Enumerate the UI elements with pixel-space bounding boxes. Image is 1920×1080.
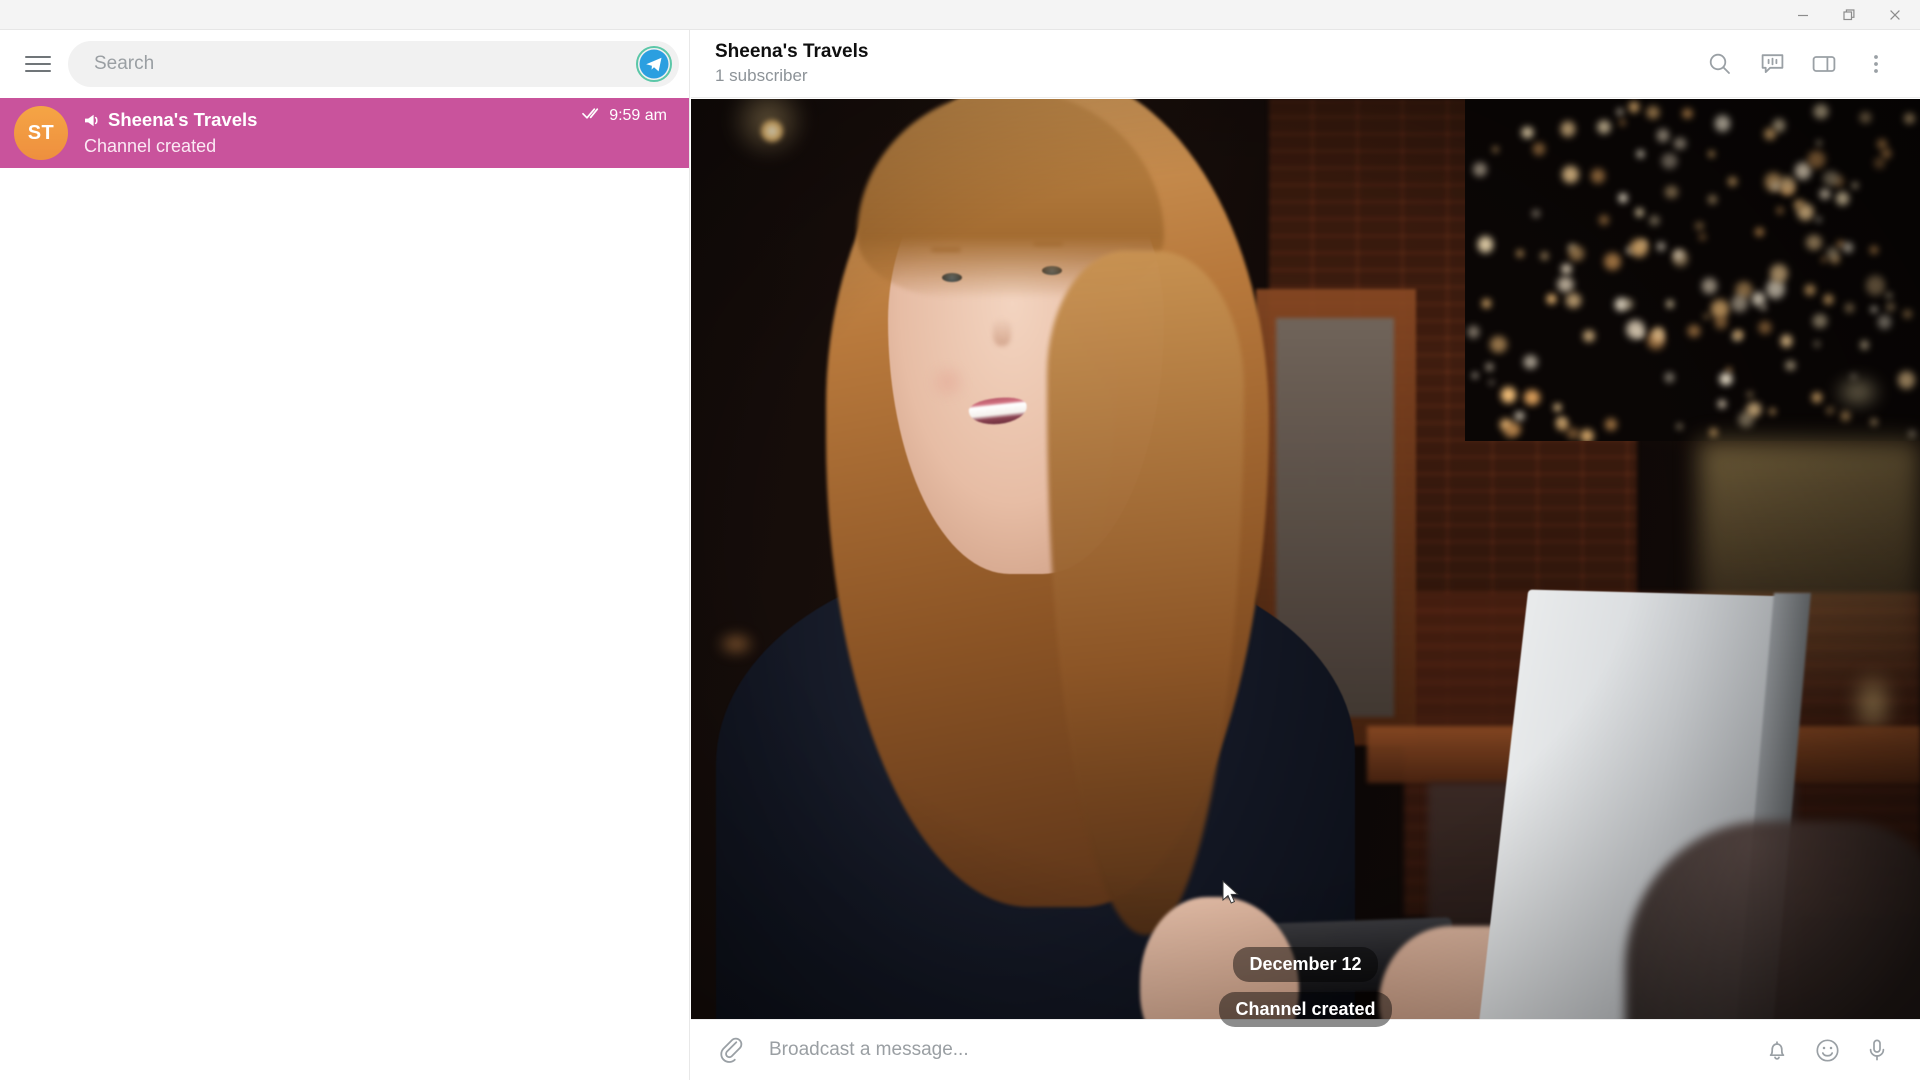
chat-header: Sheena's Travels 1 subscriber: [691, 30, 1920, 98]
window-restore-button[interactable]: [1826, 0, 1872, 30]
page-title: Sheena's Travels: [715, 40, 869, 62]
search-input[interactable]: [94, 53, 623, 75]
live-stream-icon[interactable]: [1746, 38, 1798, 90]
title-bar: [0, 0, 1920, 30]
chat-header-titles[interactable]: Sheena's Travels 1 subscriber: [715, 41, 1694, 87]
three-dots-vertical-icon[interactable]: [1850, 38, 1902, 90]
chat-header-actions: [1694, 38, 1902, 90]
chat-list-item-sheenas-travels[interactable]: ST Sheena's Travels Channel created 9:59…: [0, 98, 689, 168]
message-photo[interactable]: December 12 Channel created: [691, 99, 1920, 1049]
photo-scene: [691, 99, 1920, 1049]
telegram-logo-icon[interactable]: [635, 45, 673, 83]
hamburger-menu-icon[interactable]: [16, 42, 60, 86]
message-composer: [691, 1019, 1920, 1080]
sidebar-top-bar: [0, 30, 689, 98]
chat-item-meta: 9:59 am: [582, 106, 667, 125]
paperclip-icon[interactable]: [705, 1025, 755, 1075]
chat-panel: Sheena's Travels 1 subscriber December 1…: [691, 30, 1920, 1080]
sidebar: ST Sheena's Travels Channel created: [0, 30, 690, 1080]
service-message-channel-created: Channel created: [1219, 992, 1392, 1027]
chat-subscriber-count: 1 subscriber: [715, 66, 808, 86]
service-message-date: December 12: [1233, 947, 1378, 982]
search-field[interactable]: [68, 41, 679, 87]
megaphone-icon: [84, 113, 101, 128]
chat-item-body: Sheena's Travels Channel created: [84, 109, 572, 157]
service-messages: December 12 Channel created: [691, 947, 1920, 1027]
telegram-desktop-window: ST Sheena's Travels Channel created: [0, 0, 1920, 1080]
smiley-icon[interactable]: [1802, 1025, 1852, 1075]
bell-icon[interactable]: [1752, 1025, 1802, 1075]
chat-item-title: Sheena's Travels: [108, 109, 258, 130]
window-close-button[interactable]: [1872, 0, 1918, 30]
chat-item-time: 9:59 am: [609, 106, 667, 124]
sidebar-panel-icon[interactable]: [1798, 38, 1850, 90]
double-check-icon: [582, 106, 604, 125]
composer-actions: [1752, 1025, 1902, 1075]
chat-item-preview: Channel created: [84, 136, 217, 156]
window-minimize-button[interactable]: [1780, 0, 1826, 30]
message-input[interactable]: [755, 1039, 1752, 1061]
avatar: ST: [14, 106, 68, 160]
microphone-icon[interactable]: [1852, 1025, 1902, 1075]
search-icon[interactable]: [1694, 38, 1746, 90]
chat-list[interactable]: ST Sheena's Travels Channel created 9:59…: [0, 98, 689, 1080]
